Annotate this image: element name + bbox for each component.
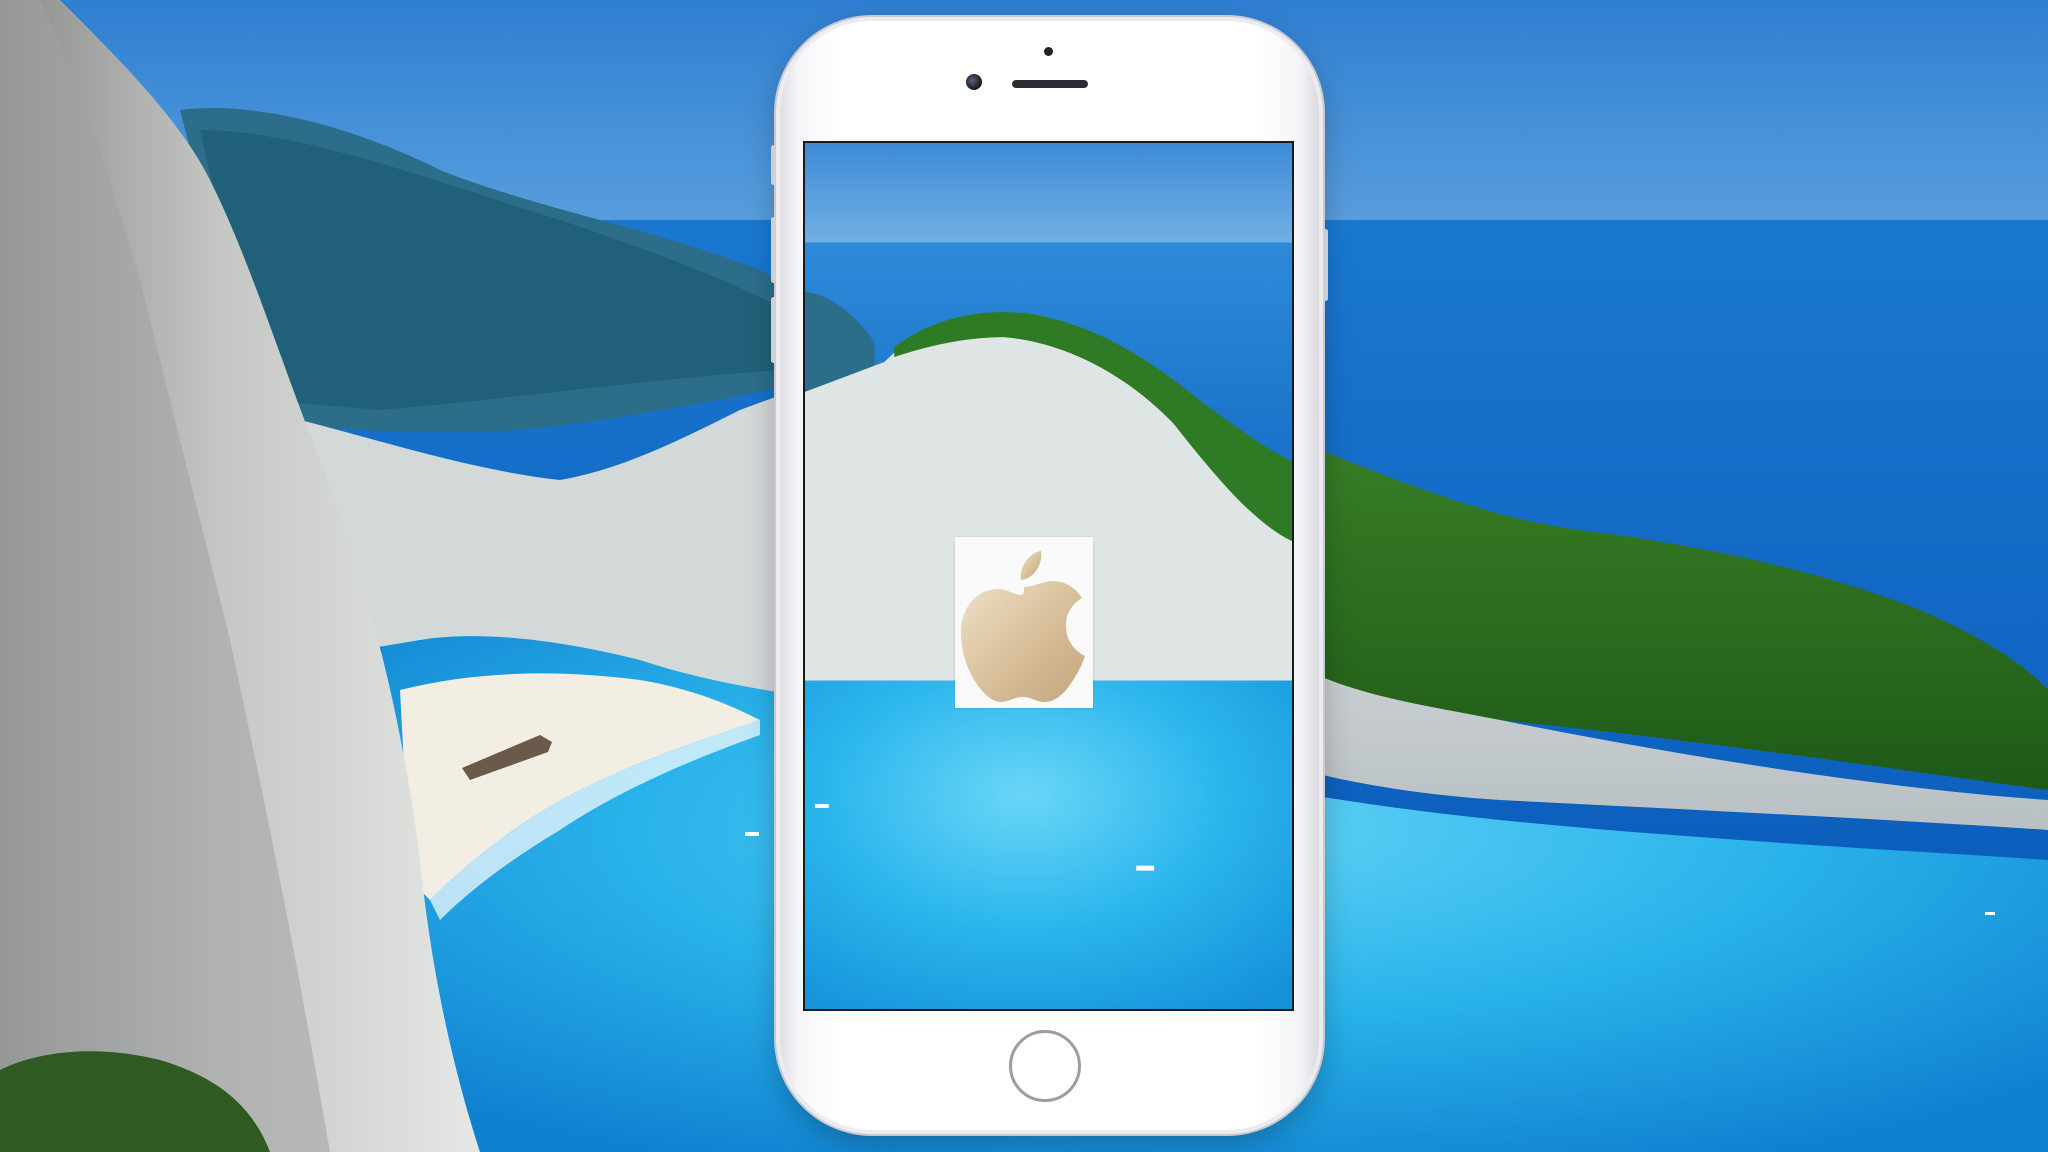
power-button	[1323, 229, 1328, 301]
home-button-icon	[1009, 1030, 1081, 1102]
earpiece-speaker	[1012, 80, 1088, 88]
volume-up-button	[771, 217, 776, 283]
apple-logo-icon	[955, 537, 1093, 708]
proximity-sensor	[1044, 47, 1053, 56]
mute-switch	[771, 145, 776, 185]
volume-down-button	[771, 297, 776, 363]
front-camera-icon	[966, 74, 982, 90]
